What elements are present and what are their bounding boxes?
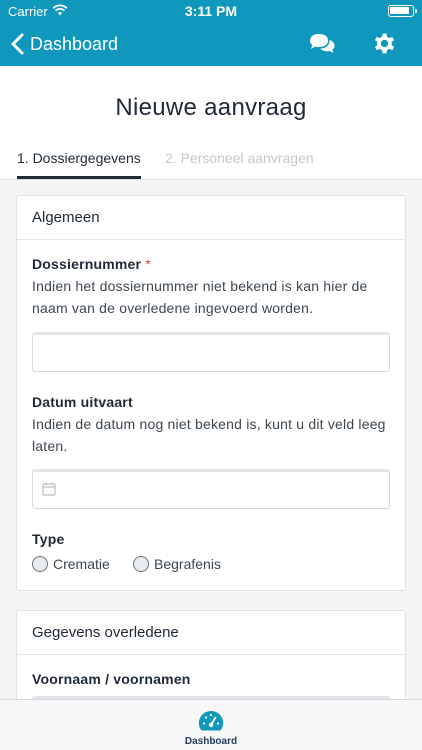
chevron-left-icon [11,33,24,55]
tab-dossiergegevens[interactable]: 1. Dossiergegevens [17,150,141,166]
dashboard-gauge-icon [198,710,224,731]
page-title-bar: Nieuwe aanvraag 1. Dossiergegevens 2. Pe… [0,66,422,180]
radio-crematie-label: Crematie [53,556,110,572]
radio-begrafenis-label: Begrafenis [154,556,221,572]
datum-uitvaart-input[interactable] [32,469,390,509]
page-title: Nieuwe aanvraag [115,94,307,121]
section-title: Algemeen [32,209,100,226]
tab-personeel-aanvragen[interactable]: 2. Personeel aanvragen [165,150,314,166]
card-header: Algemeen [17,196,405,240]
status-bar: Carrier 3:11 PM [0,0,422,22]
datum-uitvaart-help-text: Indien de datum nog niet bekend is, kunt… [32,416,386,454]
general-section-card: Algemeen Dossiernummer * Indien het dossi… [16,195,406,591]
calendar-icon [42,482,56,496]
tabbar-item-dashboard[interactable]: Dashboard [170,704,252,750]
radio-begrafenis[interactable]: Begrafenis [133,556,221,572]
gear-icon[interactable] [372,31,397,56]
back-button[interactable]: Dashboard [10,30,118,58]
required-marker: * [145,256,151,272]
battery-icon [388,5,417,17]
voornaam-label: Voornaam / voornamen [32,671,191,687]
dossiernummer-label: Dossiernummer * [32,256,151,272]
dossiernummer-input[interactable] [32,332,390,372]
chat-icon[interactable] [308,32,336,54]
tabbar-dashboard-label: Dashboard [184,736,238,747]
divider [0,179,422,180]
section-title: Gegevens overledene [32,624,179,641]
bottom-tab-bar: Dashboard [0,699,422,750]
back-button-label: Dashboard [30,33,119,54]
dossiernummer-help-text: Indien het dossiernummer niet bekend is … [32,278,368,316]
app-header: Carrier 3:11 PM Dashboard [0,0,422,66]
card-header: Gegevens overledene [17,611,405,655]
radio-circle [133,556,149,572]
datum-uitvaart-label: Datum uitvaart [32,394,133,410]
dossiernummer-label-text: Dossiernummer [32,256,142,272]
radio-crematie[interactable]: Crematie [32,556,110,572]
type-label: Type [32,531,65,547]
radio-circle [32,556,48,572]
status-time: 3:11 PM [184,3,238,19]
